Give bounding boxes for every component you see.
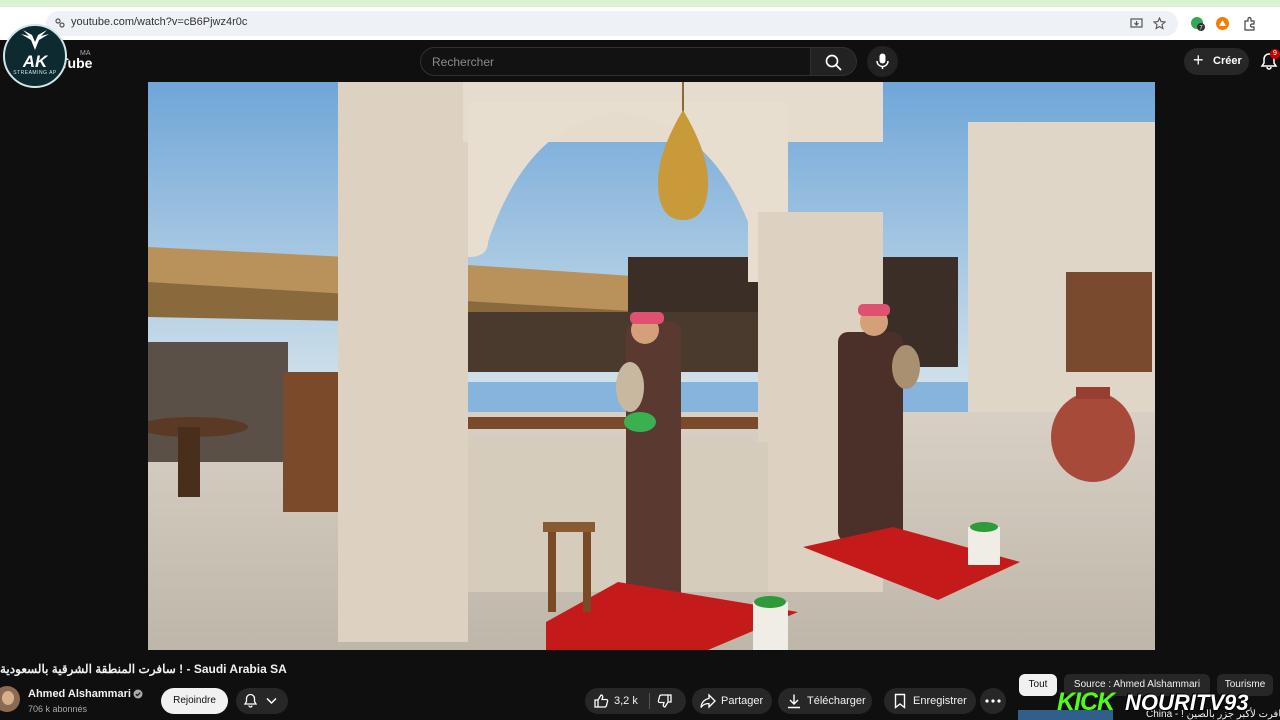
channel-logo-badge: AK STREAMING AP [3, 24, 67, 88]
share-arrow-icon [700, 693, 716, 709]
save-button[interactable]: Enregistrer [884, 688, 976, 714]
streamer-name: NOURITV93 [1125, 690, 1249, 715]
like-dislike-group: 3,2 k [585, 688, 686, 714]
notification-preference-button[interactable] [236, 688, 288, 714]
download-label: Télécharger [807, 695, 866, 707]
extensions-puzzle-icon[interactable] [1242, 16, 1257, 31]
channel-badge-title: AK [22, 52, 48, 71]
verified-check-icon [133, 689, 143, 699]
share-button[interactable]: Partager [692, 688, 772, 714]
join-button[interactable]: Rejoindre [161, 688, 228, 714]
youtube-masthead: Tube MA + Créer 9 [0, 40, 1280, 82]
create-button[interactable]: + Créer [1184, 48, 1249, 75]
notification-count-badge: 9 [1270, 49, 1280, 59]
bell-outline-icon [243, 693, 258, 708]
download-button[interactable]: Télécharger [778, 688, 872, 714]
chevron-down-icon [266, 697, 277, 705]
plus-icon: + [1193, 50, 1204, 70]
thumbs-up-icon[interactable] [593, 693, 609, 709]
bookmark-star-icon[interactable] [1153, 17, 1166, 30]
microphone-icon [876, 53, 889, 69]
video-title: سافرت المنطقة الشرقية بالسعودية ! - Saud… [0, 662, 287, 676]
address-bar[interactable]: youtube.com/watch?v=cB6Pjwz4r0c [46, 11, 1178, 36]
search-input[interactable] [432, 53, 792, 71]
channel-badge-subtitle: STREAMING AP [13, 70, 57, 76]
avatar-face [2, 691, 14, 705]
install-app-icon[interactable] [1130, 17, 1143, 30]
download-icon [788, 694, 800, 709]
notifications-button[interactable]: 9 [1260, 49, 1280, 72]
thumbs-down-icon[interactable] [657, 693, 673, 709]
more-actions-button[interactable] [980, 688, 1006, 714]
search-box[interactable] [420, 47, 811, 76]
video-frame [148, 82, 1155, 650]
site-settings-icon[interactable] [54, 17, 66, 29]
video-player[interactable] [148, 82, 1155, 650]
search-icon [825, 54, 842, 71]
browser-toolbar: youtube.com/watch?v=cB6Pjwz4r0c 7 [0, 0, 1280, 40]
address-url[interactable]: youtube.com/watch?v=cB6Pjwz4r0c [71, 16, 247, 28]
bookmark-icon [894, 693, 906, 709]
stream-overlay: KICK NOURITV93 [1057, 688, 1280, 716]
share-label: Partager [721, 695, 764, 707]
extension-orange-icon[interactable] [1215, 16, 1230, 31]
subscriber-count: 706 k abonnés [28, 704, 88, 714]
chip-all[interactable]: Tout [1019, 674, 1057, 696]
kick-logo: KICK [1057, 688, 1115, 716]
save-label: Enregistrer [913, 695, 967, 707]
browser-tab-strip [0, 0, 1280, 7]
like-divider [649, 693, 650, 709]
eagle-icon [21, 30, 49, 50]
youtube-country-code: MA [80, 50, 91, 57]
channel-name[interactable]: Ahmed Alshammari [28, 688, 131, 700]
like-count[interactable]: 3,2 k [614, 695, 638, 707]
voice-search-button[interactable] [867, 46, 898, 77]
more-dots-icon [985, 699, 1001, 703]
search-button[interactable] [811, 47, 857, 76]
channel-avatar[interactable] [0, 686, 20, 712]
create-label: Créer [1213, 55, 1242, 67]
extension-shield-icon[interactable]: 7 [1190, 16, 1205, 31]
